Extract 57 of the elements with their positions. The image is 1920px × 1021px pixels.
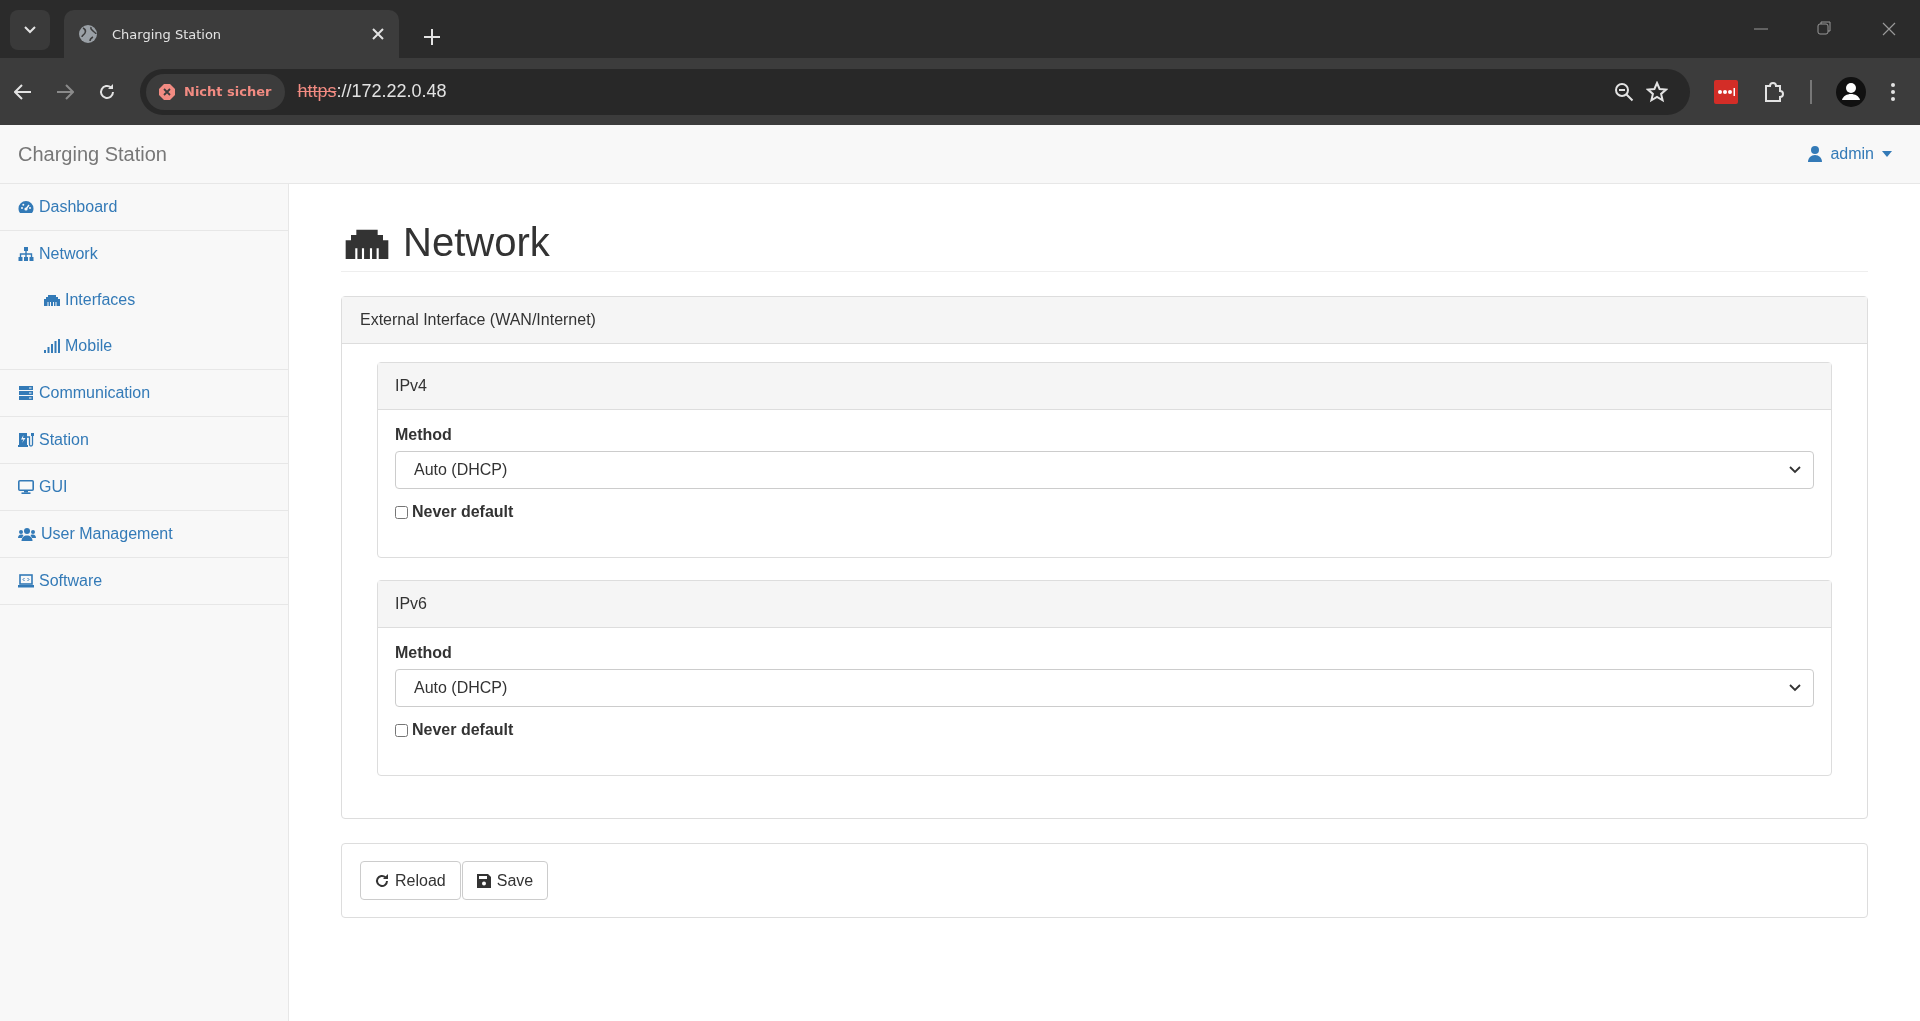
dashboard-icon	[18, 200, 34, 214]
browser-tab[interactable]: Charging Station	[64, 10, 399, 58]
users-icon	[18, 527, 36, 541]
zoom-out-icon[interactable]	[1614, 81, 1634, 102]
close-icon[interactable]	[371, 27, 385, 41]
chevron-down-icon	[1789, 466, 1801, 474]
ethernet-port-icon	[44, 294, 60, 306]
charging-station-icon	[18, 433, 34, 447]
chevron-down-icon	[23, 25, 37, 35]
field-label: Method	[395, 644, 453, 662]
sidebar-subitem[interactable]: Interfaces	[0, 277, 288, 323]
password-manager-extension-icon[interactable]	[1714, 79, 1738, 104]
reload-icon[interactable]	[98, 82, 116, 101]
menu-icon[interactable]	[1890, 81, 1896, 102]
caret-icon	[1882, 151, 1892, 157]
new-tab-icon[interactable]	[423, 28, 441, 46]
panel-heading: External Interface (WAN/Internet)	[342, 297, 1867, 344]
sidebar-subitem[interactable]: Mobile	[0, 323, 288, 369]
brand-title[interactable]: Charging Station	[18, 142, 167, 166]
security-chip[interactable]: Nicht sicher	[146, 73, 286, 110]
puzzle-icon[interactable]	[1762, 79, 1786, 104]
sidebar-item[interactable]: GUI	[0, 464, 288, 510]
profile-avatar-icon[interactable]	[1836, 76, 1866, 107]
sidebar-item[interactable]: User Management	[0, 511, 288, 557]
forward-arrow-icon[interactable]	[56, 83, 74, 100]
monitor-icon	[18, 480, 34, 494]
sidebar-item[interactable]: Communication	[0, 370, 288, 416]
rotate-icon	[375, 873, 389, 888]
method-select[interactable]: Auto (DHCP)	[395, 669, 1814, 707]
back-arrow-icon[interactable]	[14, 83, 32, 100]
panel-heading: IPv4	[378, 363, 1831, 410]
signal-bars-icon	[44, 339, 60, 353]
globe-icon	[78, 24, 98, 44]
error-icon	[158, 82, 176, 101]
checkbox-label: Never default	[412, 721, 514, 739]
star-icon[interactable]	[1646, 80, 1668, 103]
sidebar-item[interactable]: Station	[0, 417, 288, 463]
sidebar-item[interactable]: Dashboard	[0, 184, 288, 230]
field-label: Method	[395, 426, 453, 444]
server-icon	[18, 386, 34, 400]
page-title: Network	[403, 220, 550, 265]
reload-button[interactable]: Reload	[360, 861, 461, 900]
user-menu[interactable]: admin	[1808, 145, 1892, 163]
sitemap-icon	[18, 247, 34, 261]
never-default-checkbox[interactable]	[395, 505, 408, 519]
user-icon	[1808, 146, 1823, 162]
panel-heading: IPv6	[378, 581, 1831, 628]
laptop-code-icon	[18, 574, 34, 588]
method-select[interactable]: Auto (DHCP)	[395, 451, 1814, 489]
sidebar-item[interactable]: Software	[0, 558, 288, 604]
save-button[interactable]: Save	[461, 861, 549, 900]
never-default-checkbox[interactable]	[395, 723, 408, 737]
checkbox-label: Never default	[412, 503, 514, 521]
chevron-down-icon	[1789, 684, 1801, 692]
address-url[interactable]: https://172.22.0.48	[297, 81, 1602, 102]
tab-title: Charging Station	[112, 26, 223, 42]
sidebar-item[interactable]: Network	[0, 231, 288, 277]
